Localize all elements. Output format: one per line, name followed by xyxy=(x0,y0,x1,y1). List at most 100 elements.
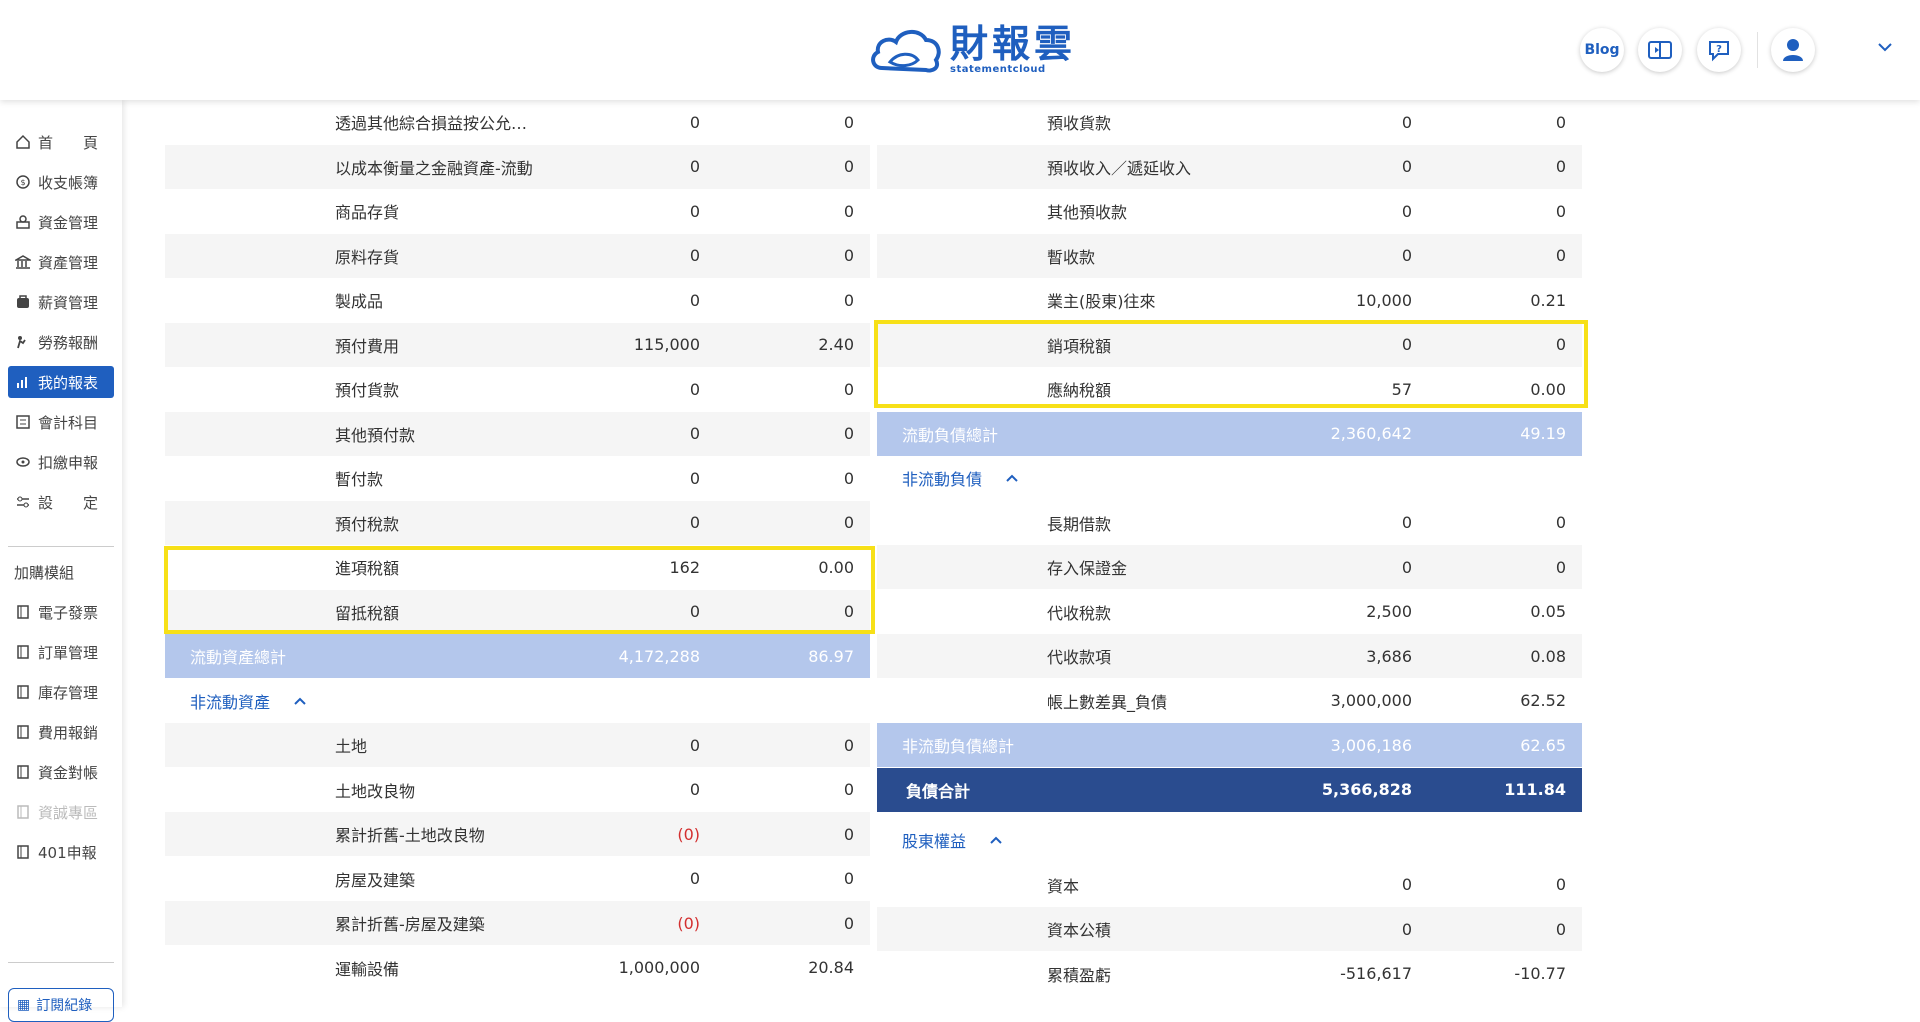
row-amount: 0 xyxy=(689,513,700,532)
row-amount: 1,000,000 xyxy=(618,958,700,977)
row-percent: -10.77 xyxy=(1514,964,1566,983)
row-amount: 0 xyxy=(689,290,700,310)
row-label: 以成本衡量之金融資產-流動 xyxy=(335,158,533,178)
row-percent: 0 xyxy=(1555,201,1566,221)
table-row: 預付費用 115,000 2.40 xyxy=(165,322,870,367)
app-logo[interactable]: 財報雲 statementcloud xyxy=(868,22,1076,78)
row-label: 其他預付款 xyxy=(335,425,416,445)
table-row: 預付貨款 0 0 xyxy=(165,367,870,411)
chevron-up-icon[interactable] xyxy=(988,832,1004,848)
header-divider xyxy=(1757,32,1758,68)
table-row: 累積盈虧 -516,617 -10.77 xyxy=(877,952,1582,996)
row-amount: 0 xyxy=(1401,557,1412,577)
row-amount: 2,360,642 xyxy=(1330,424,1412,443)
section-title-label: 非流動負債 xyxy=(902,470,983,489)
row-percent: 0 xyxy=(1555,557,1566,577)
sidebar-module-expenses[interactable]: 費用報銷 xyxy=(8,716,114,748)
row-percent: 0 xyxy=(843,824,854,844)
sidebar-item-payroll[interactable]: 薪資管理 xyxy=(8,286,114,318)
row-amount: 2,500 xyxy=(1366,602,1412,621)
user-avatar-button[interactable] xyxy=(1771,28,1815,72)
module-book-icon xyxy=(14,763,32,781)
row-label: 土地 xyxy=(335,737,368,756)
row-amount: 0 xyxy=(1401,157,1412,176)
row-label: 預收貨款 xyxy=(1047,114,1112,133)
row-amount: 5,366,828 xyxy=(1321,780,1412,799)
row-amount: 115,000 xyxy=(633,335,700,354)
withhold-icon xyxy=(14,453,32,471)
user-icon xyxy=(1783,39,1803,61)
module-book-icon xyxy=(14,843,32,861)
sidebar-item-home[interactable]: 首 頁 xyxy=(8,126,114,158)
subscription-label: 訂閱紀錄 xyxy=(36,998,93,1014)
row-label: 預付費用 xyxy=(335,336,400,356)
sidebar-item-ledger[interactable]: $ 收支帳簿 xyxy=(8,166,114,198)
sidebar-item-label: 薪資管理 xyxy=(38,293,99,312)
subscription-record-button[interactable]: ▦ 訂閱紀錄 xyxy=(8,988,114,1022)
row-label: 業主(股東)往來 xyxy=(1047,292,1156,311)
chevron-up-icon[interactable] xyxy=(292,693,308,709)
row-label: 原料存貨 xyxy=(335,247,400,267)
row-label: 累積盈虧 xyxy=(1047,965,1112,985)
noncurrent-liabilities-total-row: 非流動負債總計 3,006,186 62.65 xyxy=(877,723,1582,767)
module-book-icon xyxy=(14,723,32,741)
sidebar-item-reports[interactable]: 我的報表 xyxy=(8,366,114,398)
row-percent: 0 xyxy=(843,201,854,221)
row-percent: 0 xyxy=(843,112,854,132)
sidebar: 首 頁 $ 收支帳簿 資金管理 資產管理 薪資管理 勞務報酬 我的報表 會計科目… xyxy=(0,100,122,1022)
row-percent: 49.19 xyxy=(1520,424,1566,443)
sidebar-item-settings[interactable]: 設 定 xyxy=(8,486,114,518)
sidebar-module-orders[interactable]: 訂單管理 xyxy=(8,636,114,668)
sidebar-divider xyxy=(8,962,114,963)
labor-icon xyxy=(14,333,32,351)
row-percent: 0 xyxy=(843,869,854,888)
sidebar-item-label: 資金對帳 xyxy=(38,763,99,782)
sidebar-module-reconcile[interactable]: 資金對帳 xyxy=(8,756,114,788)
row-percent: 0.05 xyxy=(1530,602,1566,621)
row-label: 其他預收款 xyxy=(1047,203,1128,222)
sidebar-module-401[interactable]: 401申報 xyxy=(8,836,114,868)
sidebar-module-einvoice[interactable]: 電子發票 xyxy=(8,596,114,628)
chevron-down-icon[interactable] xyxy=(1876,38,1894,56)
sidebar-item-funds[interactable]: 資金管理 xyxy=(8,206,114,238)
row-amount: 0 xyxy=(689,735,700,755)
chart-icon xyxy=(14,373,32,391)
row-label: 製成品 xyxy=(335,292,384,311)
help-chat-button[interactable]: ? xyxy=(1697,28,1741,72)
sidebar-item-label: 會計科目 xyxy=(38,413,99,432)
table-row: 預付稅款 0 0 xyxy=(165,500,870,545)
blog-button[interactable]: Blog xyxy=(1580,28,1624,72)
funds-icon xyxy=(14,213,32,231)
row-label: 預付貨款 xyxy=(335,381,400,400)
sidebar-item-label: 訂單管理 xyxy=(38,643,99,662)
row-label: 流動負債總計 xyxy=(902,425,999,445)
row-label: 負債合計 xyxy=(906,781,971,801)
liabilities-table: 預收貨款 0 0 預收收入／遞延收入 0 0 其他預收款 0 0 暫收款 0 0 業主(股東)往來 10,… xyxy=(877,100,1582,1007)
row-amount: 0 xyxy=(689,379,700,399)
sidebar-module-inventory[interactable]: 庫存管理 xyxy=(8,676,114,708)
sidebar-item-withholding[interactable]: 扣繳申報 xyxy=(8,446,114,478)
table-row: 製成品 0 0 xyxy=(165,278,870,322)
table-row: 預收貨款 0 0 xyxy=(877,100,1582,144)
row-amount: 0 xyxy=(1401,112,1412,132)
section-equity[interactable]: 股東權益 xyxy=(902,818,1004,862)
row-percent: 0 xyxy=(843,379,854,399)
sidebar-item-labor[interactable]: 勞務報酬 xyxy=(8,326,114,358)
row-amount: (0) xyxy=(677,913,700,933)
table-row: 暫付款 0 0 xyxy=(165,456,870,500)
row-amount: 3,000,000 xyxy=(1330,691,1412,710)
grid-icon: ▦ xyxy=(17,997,31,1013)
chevron-up-icon[interactable] xyxy=(1004,470,1020,486)
video-tutorial-button[interactable] xyxy=(1638,28,1682,72)
sidebar-module-pwc[interactable]: 資誠專區 xyxy=(8,796,114,828)
sidebar-item-label: 設 定 xyxy=(38,493,99,512)
row-percent: 0 xyxy=(1555,112,1566,132)
row-amount: 0 xyxy=(689,869,700,888)
sidebar-item-accounts[interactable]: 會計科目 xyxy=(8,406,114,438)
sidebar-item-assets[interactable]: 資產管理 xyxy=(8,246,114,278)
section-noncurrent-assets[interactable]: 非流動資產 xyxy=(190,679,308,723)
section-noncurrent-liabilities[interactable]: 非流動負債 xyxy=(902,456,1020,500)
table-row: 帳上數差異_負債 3,000,000 62.52 xyxy=(877,679,1582,723)
highlight-output-tax xyxy=(874,320,1588,408)
row-percent: 0.08 xyxy=(1530,646,1566,666)
